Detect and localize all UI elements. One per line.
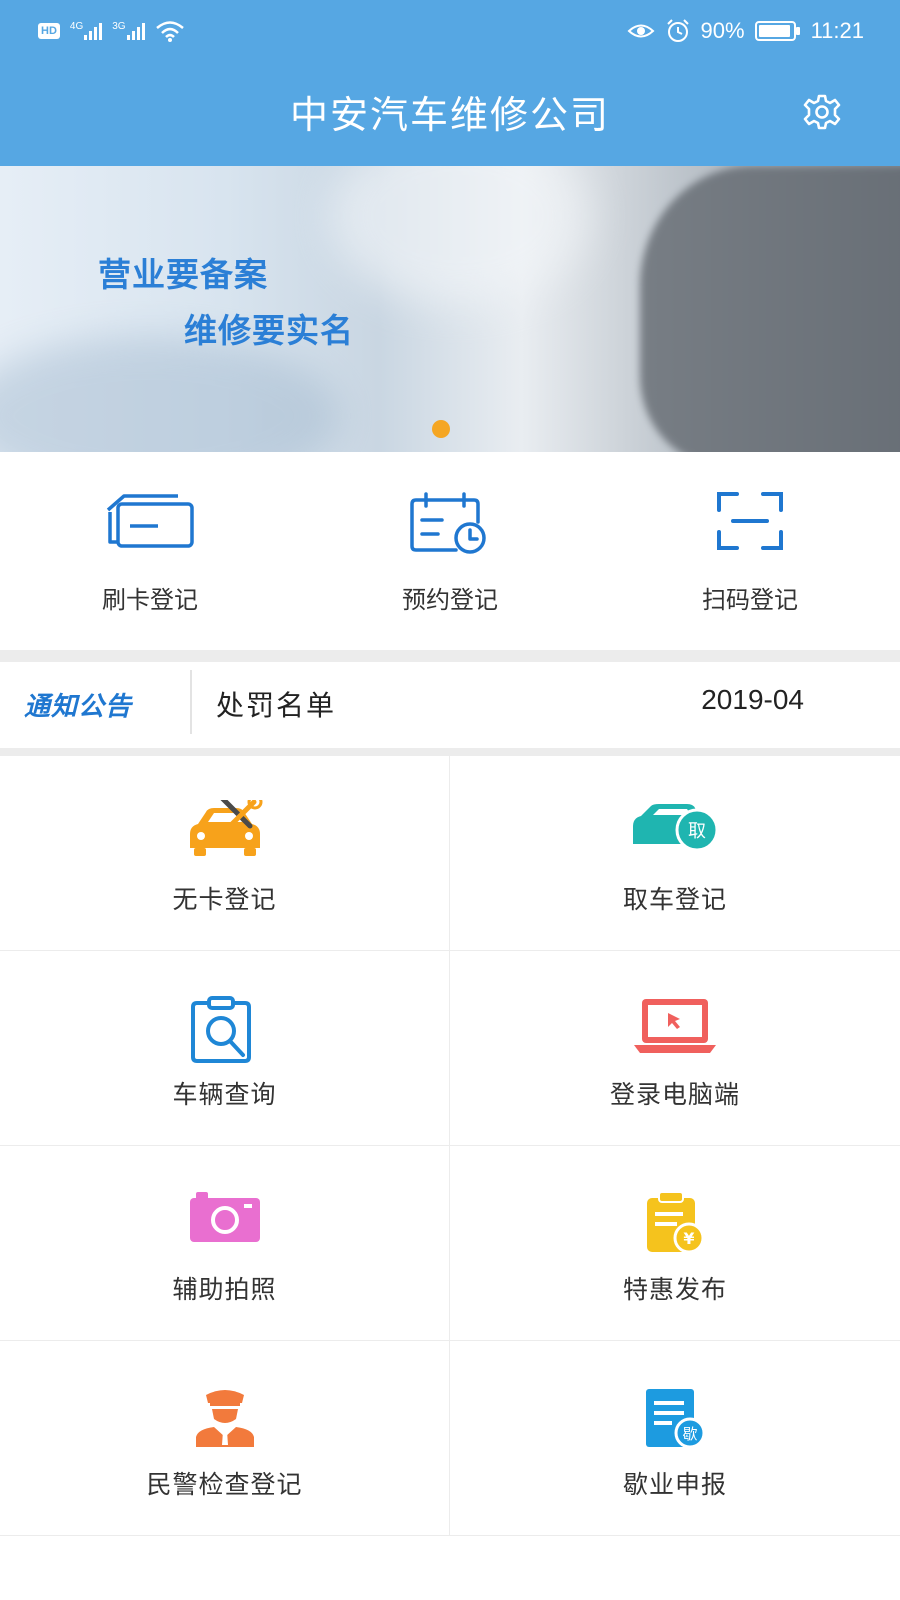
menu-item-pickup-register[interactable]: 取 取车登记: [450, 756, 900, 951]
menu-item-label: 歇业申报: [622, 1470, 727, 1499]
notice-divider: [190, 670, 192, 734]
pickup-badge-text: 取: [688, 821, 706, 842]
menu-item-label: 登录电脑端: [609, 1080, 740, 1109]
clock-time: 11:21: [810, 18, 864, 43]
status-right: 90% 11:21: [627, 12, 864, 50]
battery-icon: [754, 21, 800, 41]
quick-action-card-register[interactable]: 刷卡登记: [0, 452, 300, 650]
section-divider: [0, 650, 900, 662]
clipboard-search-icon: [190, 996, 251, 1063]
menu-item-police-check[interactable]: 民警检查登记: [0, 1341, 450, 1536]
network-4g-label: 4G: [69, 21, 84, 32]
document-badge-icon: 歇: [646, 1389, 706, 1449]
suspend-badge-text: 歇: [682, 1425, 697, 1443]
menu-item-photo-assist[interactable]: 辅助拍照: [0, 1146, 450, 1341]
banner-headline-1: 营业要备案: [98, 255, 268, 294]
menu-item-label: 特惠发布: [622, 1275, 727, 1304]
laptop-icon: [634, 999, 716, 1053]
status-left: HD 4G 3G: [38, 14, 185, 48]
card-icon: [106, 494, 194, 548]
menu-item-special-offer[interactable]: ¥ 特惠发布: [450, 1146, 900, 1341]
app-bar: 中安汽车维修公司: [0, 62, 900, 166]
status-bar: HD 4G 3G 90% 11:21: [0, 0, 900, 62]
menu-item-vehicle-query[interactable]: 车辆查询: [0, 951, 450, 1146]
yuan-badge-text: ¥: [683, 1229, 694, 1248]
signal-4g-icon: 4G: [69, 21, 103, 40]
battery-percent: 90%: [700, 18, 745, 43]
notice-title[interactable]: 处罚名单: [216, 684, 336, 724]
network-3g-label: 3G: [112, 21, 126, 32]
page-title: 中安汽车维修公司: [289, 93, 610, 137]
function-grid: 无卡登记 取 取车登记 车辆查询 登录电脑端 辅助拍照 ¥ 特惠发布 民警检查登…: [0, 756, 900, 1536]
quick-actions: 刷卡登记 预约登记 扫码登记: [0, 452, 900, 650]
banner-decor: [0, 336, 340, 452]
menu-item-label: 车辆查询: [172, 1080, 277, 1109]
menu-item-label: 无卡登记: [172, 885, 277, 914]
menu-item-pc-login[interactable]: 登录电脑端: [450, 951, 900, 1146]
quick-action-label: 扫码登记: [702, 586, 798, 614]
quick-action-label: 刷卡登记: [102, 586, 198, 614]
promo-banner[interactable]: 营业要备案 维修要实名: [0, 166, 900, 452]
carousel-indicator-dot[interactable]: [432, 420, 450, 438]
banner-headline-2: 维修要实名: [184, 311, 354, 350]
alarm-icon: [666, 19, 689, 42]
wifi-icon: [155, 21, 184, 42]
menu-item-suspension-report[interactable]: 歇 歇业申报: [450, 1341, 900, 1536]
section-divider: [0, 748, 900, 756]
menu-item-label: 取车登记: [622, 885, 727, 914]
menu-item-no-card-register[interactable]: 无卡登记: [0, 756, 450, 951]
banner-decor: [330, 166, 590, 306]
calendar-clock-icon: [410, 492, 486, 554]
quick-action-label: 预约登记: [402, 586, 498, 614]
menu-item-label: 辅助拍照: [172, 1275, 277, 1304]
gear-icon: [803, 94, 841, 130]
scan-icon: [717, 492, 783, 550]
quick-action-scan-register[interactable]: 扫码登记: [600, 452, 900, 650]
car-repair-icon: [189, 800, 262, 856]
banner-photo-person: [640, 166, 900, 452]
signal-3g-icon: 3G: [112, 21, 145, 40]
settings-button[interactable]: [802, 92, 842, 132]
notice-tag: 通知公告: [24, 692, 133, 722]
car-pickup-icon: 取: [633, 804, 719, 852]
hd-badge: HD: [38, 23, 60, 39]
menu-item-label: 民警检查登记: [146, 1470, 303, 1499]
eye-icon: [627, 24, 655, 38]
notice-date: 2019-04: [701, 684, 804, 715]
police-icon: [195, 1390, 254, 1447]
quick-action-appointment-register[interactable]: 预约登记: [300, 452, 600, 650]
notice-bar[interactable]: 通知公告 处罚名单 2019-04: [0, 662, 900, 748]
clipboard-yuan-icon: ¥: [647, 1191, 705, 1254]
camera-icon: [189, 1192, 260, 1242]
